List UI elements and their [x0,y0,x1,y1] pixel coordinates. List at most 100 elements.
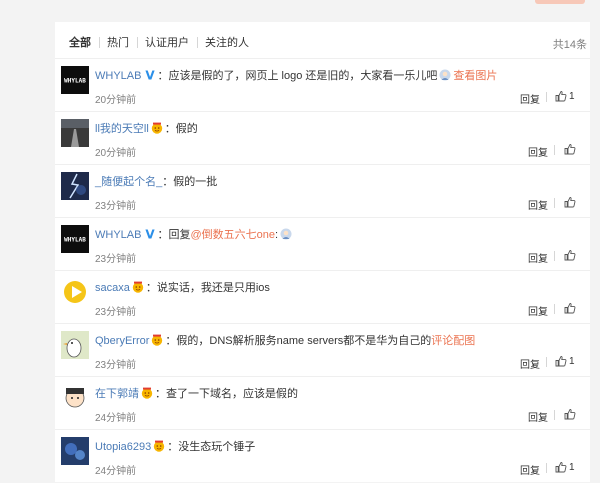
comment-username[interactable]: _随便起个名_ [95,176,162,188]
comment-timestamp: 23分钟前 [95,201,137,212]
comment-filter-tabs: 全部 热门 认证用户 关注的人 共14条 [55,22,590,58]
reply-button[interactable]: 回复 [520,91,540,106]
whylab-logo-avatar[interactable]: WHYLAB [61,66,89,94]
comment-body: QberyError ：假的，DNS解析服务name servers都不是华为自己… [95,334,475,348]
comment-username[interactable]: ll我的天空ll [95,123,149,135]
like-button[interactable] [564,248,576,262]
top-action-button[interactable] [535,0,585,4]
comment-item: WHYLAB WHYLAB V ：回复@倒数五六七one: 23分钟前 回复 [55,217,590,271]
thumbs-up-icon [555,90,567,102]
reply-button[interactable]: 回复 [528,303,548,318]
comment-body: sacaxa ：说实话，我还是只用ios [95,281,270,295]
tab-verified-users[interactable]: 认证用户 [145,36,189,50]
svg-text:WHYLAB: WHYLAB [64,237,86,244]
comment-body: ll我的天空ll ：假的 [95,122,198,136]
tab-divider [197,37,198,48]
crown-emoji-icon [151,122,162,134]
comment-text: 假的一批 [173,176,218,188]
like-button[interactable] [564,407,576,421]
tab-divider [137,37,138,48]
tab-following[interactable]: 关注的人 [205,36,249,50]
thumbs-up-icon [564,196,576,208]
crown-emoji-icon [132,281,144,293]
thumbs-up-icon [555,355,567,367]
tab-hot[interactable]: 热门 [107,36,129,50]
crown-emoji-icon [154,440,165,452]
view-image-link[interactable]: 查看图片 [453,70,497,82]
colon-separator: ： [164,123,176,135]
action-divider [554,251,555,261]
bird-drawing-avatar[interactable] [61,331,89,359]
user-avatar-emoji-icon [280,228,292,240]
comment-body: _随便起个名_：假的一批 [95,175,217,189]
colon-separator: ： [155,388,166,400]
comment-username[interactable]: QberyError [95,335,149,347]
action-divider [554,410,555,420]
comment-text: 假的，DNS解析服务name servers都不是华为自己的 [176,335,432,347]
colon-separator: : [275,229,279,241]
crown-emoji-icon [152,334,163,346]
verified-v-badge-icon: V [146,228,156,240]
comment-timestamp: 20分钟前 [95,95,137,106]
comment-body: WHYLAB V ：应该是假的了，网页上 logo 还是旧的，大家看一乐儿吧 查看图片 [95,69,497,83]
reply-button[interactable]: 回复 [520,462,540,477]
cartoon-face-avatar[interactable] [61,384,89,412]
action-divider [554,304,555,314]
comment-username[interactable]: Utopia6293 [95,441,151,453]
tab-all[interactable]: 全部 [69,36,91,50]
like-button[interactable]: 1 [555,89,575,103]
thumbs-up-icon [564,408,576,420]
comment-text: 没生态玩个锤子 [178,441,256,453]
colon-separator: ： [167,441,179,453]
crown-emoji-icon [141,387,153,399]
like-button[interactable]: 1 [555,354,575,368]
lightning-photo-avatar[interactable] [61,172,89,200]
comment-username[interactable]: 在下郭靖 [95,388,139,400]
like-count: 1 [569,461,575,473]
thumbs-up-icon [555,461,567,473]
verified-v-badge-icon: V [146,69,156,81]
comment-item: Utopia6293 ：没生态玩个锤子 24分钟前 回复 1 [55,429,590,483]
comment-item: _随便起个名_：假的一批 23分钟前 回复 [55,164,590,218]
like-count: 1 [569,90,575,102]
mention-link[interactable]: @倒数五六七one [190,229,275,241]
action-divider [554,145,555,155]
like-button[interactable] [564,142,576,156]
comment-text: 说实话，我还是只用ios [156,282,270,294]
action-divider [546,92,547,102]
comment-panel: 全部 热门 认证用户 关注的人 共14条 WHYLAB WHYLAB V ：应该是假的… [55,22,590,482]
colon-separator: ： [157,229,169,241]
svg-text:V: V [146,228,156,240]
comment-body: Utopia6293 ：没生态玩个锤子 [95,440,255,454]
like-button[interactable] [564,195,576,209]
reply-button[interactable]: 回复 [528,197,548,212]
comment-username[interactable]: sacaxa [95,282,130,294]
comment-username[interactable]: WHYLAB [95,229,141,241]
user-avatar-emoji-icon [439,69,451,81]
comment-item: sacaxa ：说实话，我还是只用ios 23分钟前 回复 [55,270,590,324]
yellow-play-logo-avatar[interactable] [61,278,89,306]
comment-text: 应该是假的了，网页上 logo 还是旧的，大家看一乐儿吧 [168,70,438,82]
colon-separator: ： [162,176,174,188]
like-button[interactable] [564,301,576,315]
comment-timestamp: 20分钟前 [95,148,137,159]
comment-username[interactable]: WHYLAB [95,70,141,82]
thumbs-up-icon [564,143,576,155]
whylab-logo-avatar[interactable]: WHYLAB [61,225,89,253]
reply-button[interactable]: 回复 [528,409,548,424]
comment-total-count: 共14条 [552,39,587,51]
blue-photo-avatar[interactable] [61,437,89,465]
thumbs-up-icon [564,302,576,314]
reply-button[interactable]: 回复 [528,144,548,159]
comment-timestamp: 24分钟前 [95,413,137,424]
thumbs-up-icon [564,249,576,261]
svg-text:V: V [146,69,156,81]
reply-button[interactable]: 回复 [528,250,548,265]
view-image-link[interactable]: 评论配图 [431,335,475,347]
reply-button[interactable]: 回复 [520,356,540,371]
comment-text: 假的 [175,123,198,135]
comment-timestamp: 23分钟前 [95,254,137,265]
comment-timestamp: 23分钟前 [95,360,137,371]
road-photo-avatar[interactable] [61,119,89,147]
colon-separator: ： [165,335,177,347]
